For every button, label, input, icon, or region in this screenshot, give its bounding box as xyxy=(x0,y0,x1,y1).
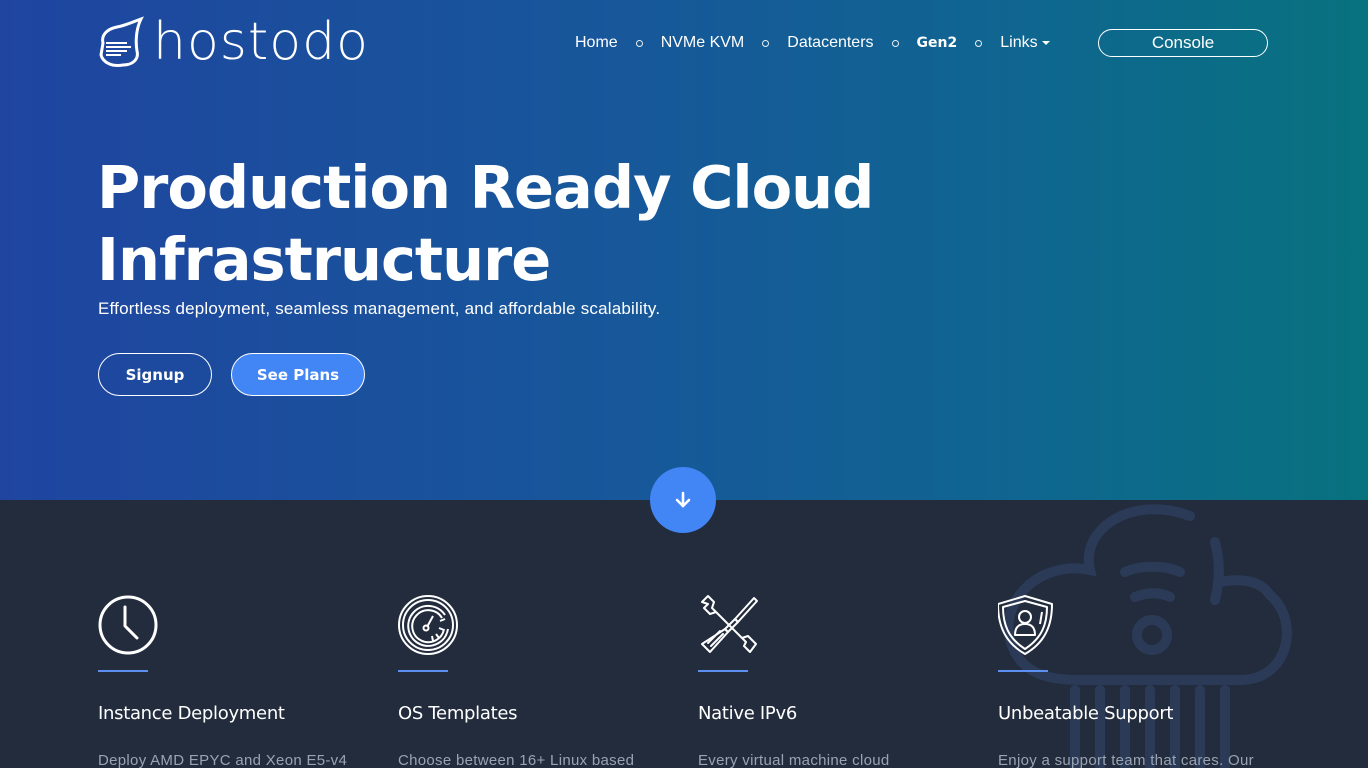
shield-user-icon xyxy=(998,595,1053,655)
feature-divider xyxy=(98,670,148,672)
feature-description: Choose between 16+ Linux based xyxy=(398,752,635,768)
feature-native-ipv6: Native IPv6 Every virtual machine cloud xyxy=(698,594,968,768)
see-plans-button[interactable]: See Plans xyxy=(231,353,365,396)
nav-links-dropdown[interactable]: Links xyxy=(1000,34,1050,52)
hero-title: Production Ready Cloud Infrastructure xyxy=(97,152,997,296)
speedometer-icon xyxy=(398,595,458,655)
caret-down-icon xyxy=(1041,40,1050,45)
hero-section: hostodo Home NVMe KVM Datacenters Gen2 L… xyxy=(0,0,1368,500)
clock-icon xyxy=(98,595,158,655)
nav-datacenters[interactable]: Datacenters xyxy=(787,34,873,52)
feature-title: Instance Deployment xyxy=(98,703,285,724)
nav-separator xyxy=(975,39,983,47)
tools-icon xyxy=(701,595,758,653)
nav-links-label: Links xyxy=(1000,34,1038,51)
logo[interactable]: hostodo xyxy=(97,14,369,70)
feature-title: Native IPv6 xyxy=(698,703,797,724)
feature-unbeatable-support: Unbeatable Support Enjoy a support team … xyxy=(998,594,1268,768)
nav-home[interactable]: Home xyxy=(575,34,618,52)
main-nav: Home NVMe KVM Datacenters Gen2 Links xyxy=(575,29,1050,57)
signup-button[interactable]: Signup xyxy=(98,353,212,396)
scroll-down-button[interactable] xyxy=(650,467,716,533)
feature-divider xyxy=(998,670,1048,672)
arrow-down-icon xyxy=(675,491,691,508)
hostodo-logo-icon xyxy=(99,16,144,67)
hero-subtitle: Effortless deployment, seamless manageme… xyxy=(98,299,661,318)
hero-title-line2: Infrastructure xyxy=(97,225,551,294)
feature-title: Unbeatable Support xyxy=(998,703,1174,724)
feature-description: Every virtual machine cloud xyxy=(698,752,890,768)
nav-gen2[interactable]: Gen2 xyxy=(917,35,958,51)
nav-separator xyxy=(891,39,899,47)
brand-name: hostodo xyxy=(153,12,369,72)
hero-title-line1: Production Ready Cloud xyxy=(97,153,874,222)
feature-divider xyxy=(698,670,748,672)
feature-os-templates: OS Templates Choose between 16+ Linux ba… xyxy=(398,594,668,768)
feature-title: OS Templates xyxy=(398,703,518,724)
console-button[interactable]: Console xyxy=(1098,29,1268,57)
feature-description: Enjoy a support team that cares. Our xyxy=(998,752,1254,768)
nav-nvme-kvm[interactable]: NVMe KVM xyxy=(661,34,745,52)
feature-description: Deploy AMD EPYC and Xeon E5-v4 xyxy=(98,752,348,768)
feature-instance-deployment: Instance Deployment Deploy AMD EPYC and … xyxy=(98,594,368,768)
nav-separator xyxy=(635,39,643,47)
feature-divider xyxy=(398,670,448,672)
nav-separator xyxy=(762,39,770,47)
